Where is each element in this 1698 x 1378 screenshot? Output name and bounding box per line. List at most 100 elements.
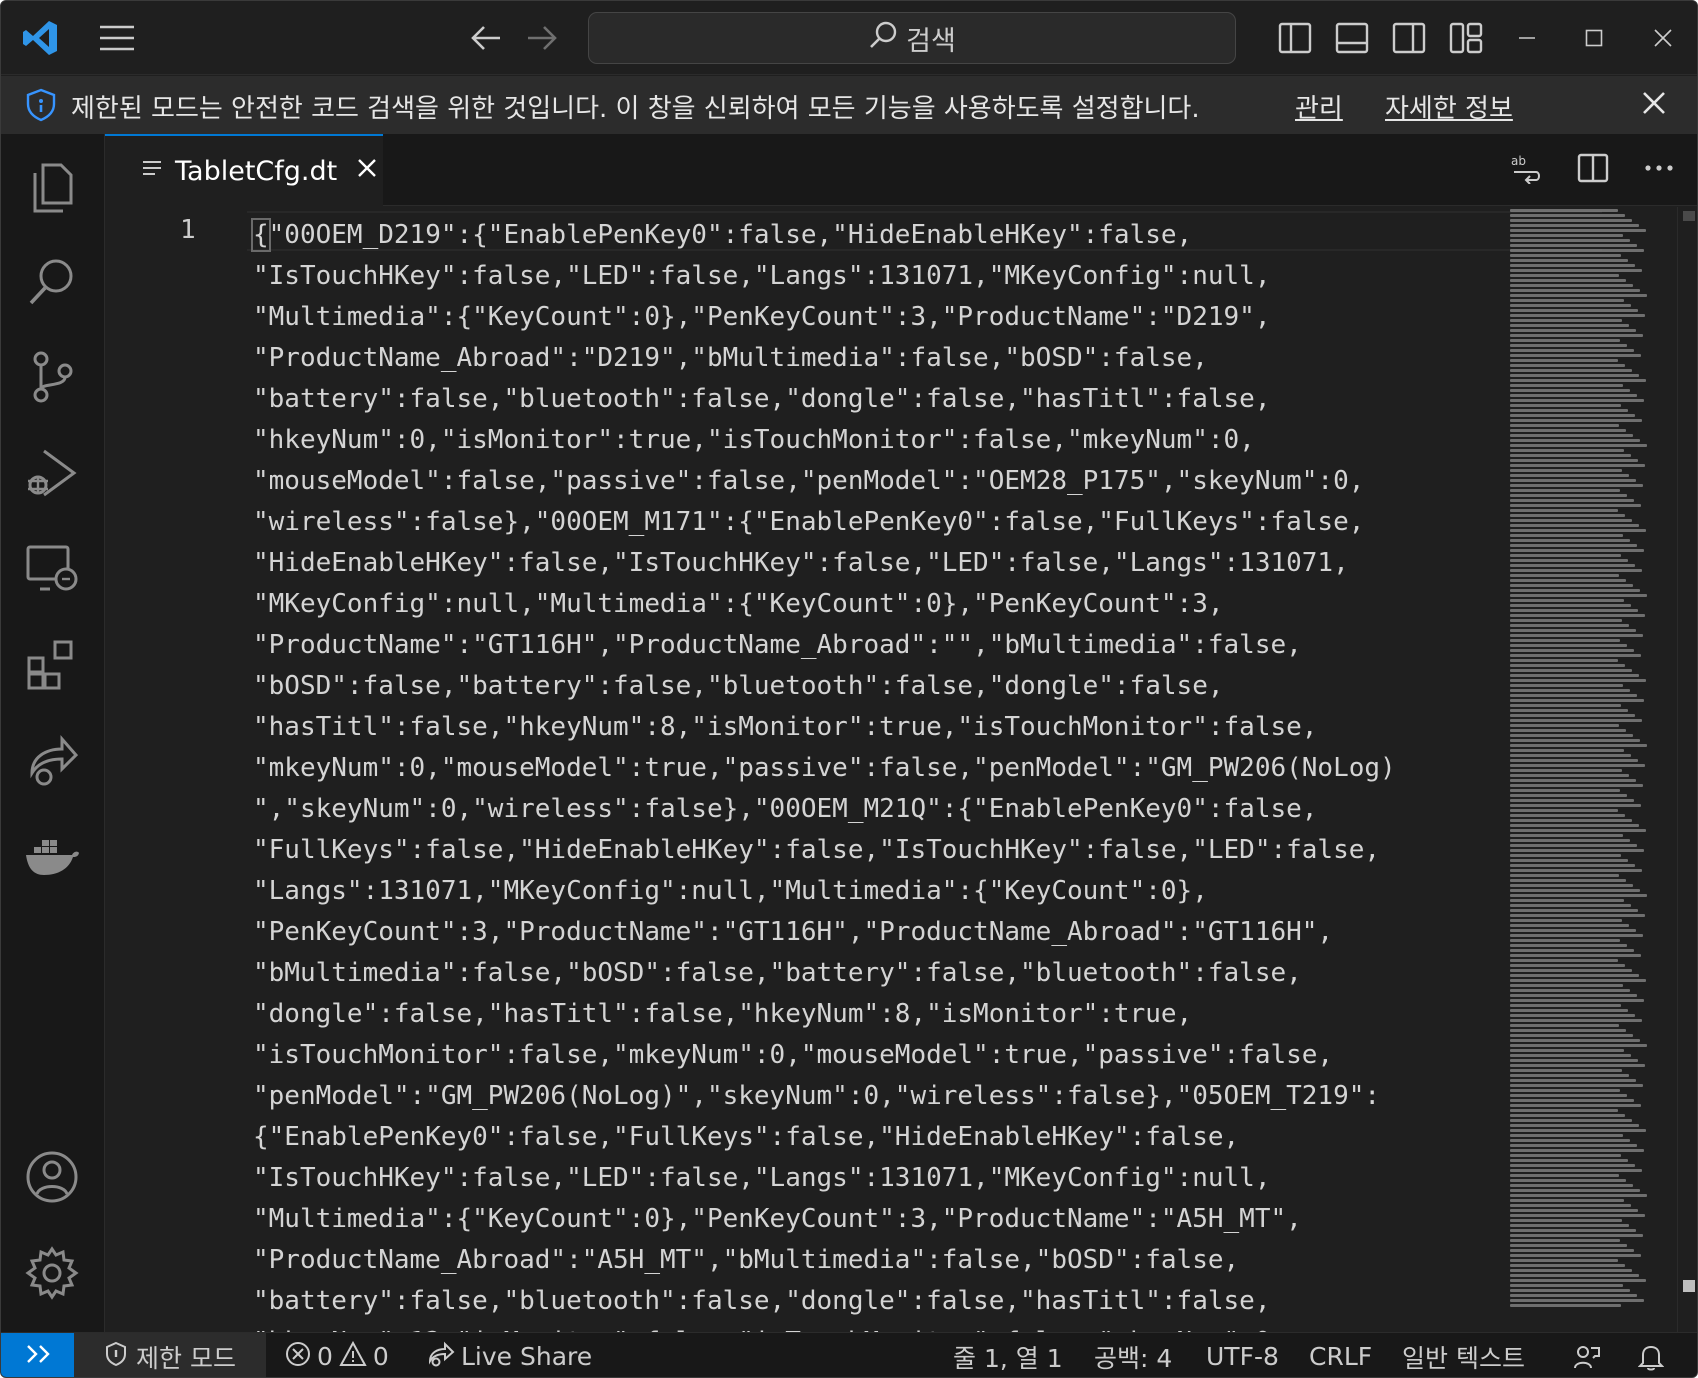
code-line[interactable]: "IsTouchHKey":false,"LED":false,"Langs":… bbox=[253, 1158, 1613, 1199]
maximize-icon[interactable] bbox=[1573, 15, 1615, 61]
explorer-icon[interactable] bbox=[21, 154, 83, 216]
docker-icon[interactable] bbox=[21, 826, 83, 888]
tab-tabletcfg[interactable]: TabletCfg.dt bbox=[105, 134, 383, 206]
code-line[interactable]: {"EnablePenKey0":false,"FullKeys":false,… bbox=[253, 1117, 1613, 1158]
code-line[interactable]: ","skeyNum":0,"wireless":false},"00OEM_M… bbox=[253, 789, 1613, 830]
code-line[interactable]: "dongle":false,"hasTitl":false,"hkeyNum"… bbox=[253, 994, 1613, 1035]
code-line[interactable]: "hasTitl":false,"hkeyNum":8,"isMonitor":… bbox=[253, 707, 1613, 748]
minimap-line bbox=[1510, 1039, 1640, 1042]
minimap-line bbox=[1510, 419, 1642, 422]
minimap-line bbox=[1510, 729, 1626, 732]
toggle-primary-sidebar-icon[interactable] bbox=[1274, 15, 1316, 61]
code-line[interactable]: "IsTouchHKey":false,"LED":false,"Langs":… bbox=[253, 256, 1613, 297]
minimap-line bbox=[1510, 539, 1630, 542]
minimap-line bbox=[1510, 634, 1643, 637]
minimap-line bbox=[1510, 669, 1632, 672]
restricted-mode-indicator[interactable]: 제한 모드 bbox=[74, 1333, 266, 1377]
minimap-line bbox=[1510, 599, 1624, 602]
remote-indicator[interactable] bbox=[1, 1333, 74, 1377]
code-line[interactable]: "Multimedia":{"KeyCount":0},"PenKeyCount… bbox=[253, 297, 1613, 338]
minimap-line bbox=[1510, 529, 1646, 532]
code-line[interactable]: "PenKeyCount":3,"ProductName":"GT116H","… bbox=[253, 912, 1613, 953]
accounts-icon[interactable] bbox=[21, 1146, 83, 1208]
minimap[interactable] bbox=[1508, 207, 1668, 1332]
run-debug-icon[interactable] bbox=[21, 442, 83, 504]
split-editor-icon[interactable] bbox=[1573, 148, 1613, 188]
minimap-line bbox=[1510, 1174, 1619, 1177]
minimap-line bbox=[1510, 1119, 1632, 1122]
toggle-secondary-sidebar-icon[interactable] bbox=[1388, 15, 1430, 61]
customize-layout-icon[interactable] bbox=[1445, 15, 1487, 61]
code-line[interactable]: "mouseModel":false,"passive":false,"penM… bbox=[253, 461, 1613, 502]
minimap-line bbox=[1510, 284, 1633, 287]
minimap-line bbox=[1510, 1044, 1647, 1047]
minimap-line bbox=[1510, 754, 1631, 757]
minimap-line bbox=[1510, 804, 1641, 807]
notifications-bell-icon[interactable] bbox=[1638, 1333, 1664, 1377]
forward-arrow-icon[interactable] bbox=[519, 16, 565, 60]
vscode-logo-icon bbox=[15, 13, 65, 63]
code-content[interactable]: {"00OEM_D219":{"EnablePenKey0":false,"Hi… bbox=[251, 215, 1613, 1332]
code-line[interactable]: "Multimedia":{"KeyCount":0},"PenKeyCount… bbox=[253, 1199, 1613, 1240]
more-actions-icon[interactable] bbox=[1639, 148, 1679, 188]
code-line[interactable]: "penModel":"GM_PW206(NoLog)","skeyNum":0… bbox=[253, 1076, 1613, 1117]
code-line[interactable]: "HideEnableHKey":false,"IsTouchHKey":fal… bbox=[253, 543, 1613, 584]
eol-setting[interactable]: CRLF bbox=[1309, 1333, 1372, 1377]
code-line[interactable]: "battery":false,"bluetooth":false,"dongl… bbox=[253, 379, 1613, 420]
vertical-scrollbar[interactable] bbox=[1677, 207, 1697, 1332]
remote-explorer-icon[interactable] bbox=[21, 538, 83, 600]
language-mode[interactable]: 일반 텍스트 bbox=[1402, 1333, 1525, 1377]
code-line[interactable]: "ProductName_Abroad":"A5H_MT","bMultimed… bbox=[253, 1240, 1613, 1281]
minimap-line bbox=[1510, 684, 1623, 687]
code-line[interactable]: "wireless":false},"00OEM_M171":{"EnableP… bbox=[253, 502, 1613, 543]
tab-close-icon[interactable] bbox=[355, 156, 379, 187]
learn-more-link[interactable]: 자세한 정보 bbox=[1385, 88, 1513, 125]
word-wrap-icon[interactable]: ab bbox=[1507, 148, 1547, 188]
live-share-icon[interactable] bbox=[21, 730, 83, 792]
code-line[interactable]: {"00OEM_D219":{"EnablePenKey0":false,"Hi… bbox=[251, 215, 1613, 256]
code-line[interactable]: "FullKeys":false,"HideEnableHKey":false,… bbox=[253, 830, 1613, 871]
minimap-line bbox=[1510, 1279, 1646, 1282]
minimap-line bbox=[1510, 1274, 1639, 1277]
code-line[interactable]: "mkeyNum":0,"mouseModel":true,"passive":… bbox=[253, 748, 1613, 789]
code-editor[interactable]: 1 {"00OEM_D219":{"EnablePenKey0":false,"… bbox=[105, 207, 1697, 1332]
minimap-line bbox=[1510, 739, 1640, 742]
banner-close-icon[interactable] bbox=[1639, 88, 1669, 125]
code-line[interactable]: "Langs":131071,"MKeyConfig":null,"Multim… bbox=[253, 871, 1613, 912]
back-arrow-icon[interactable] bbox=[463, 16, 509, 60]
command-center-search[interactable]: 검색 bbox=[588, 12, 1236, 64]
code-line[interactable]: "battery":false,"bluetooth":false,"dongl… bbox=[253, 1281, 1613, 1322]
code-line[interactable]: "ProductName_Abroad":"D219","bMultimedia… bbox=[253, 338, 1613, 379]
live-share-status[interactable]: Live Share bbox=[427, 1333, 592, 1377]
minimap-line bbox=[1510, 1159, 1628, 1162]
code-line[interactable]: "ProductName":"GT116H","ProductName_Abro… bbox=[253, 625, 1613, 666]
extensions-icon[interactable] bbox=[21, 634, 83, 696]
problems-indicator[interactable]: 0 0 bbox=[285, 1333, 389, 1377]
minimap-line bbox=[1510, 974, 1639, 977]
code-line[interactable]: "hkeyNum":0,"isMonitor":true,"isTouchMon… bbox=[253, 420, 1613, 461]
menu-icon[interactable] bbox=[93, 16, 141, 60]
close-icon[interactable] bbox=[1642, 15, 1684, 61]
encoding-setting[interactable]: UTF-8 bbox=[1206, 1333, 1279, 1377]
code-line[interactable]: "hkeyNum":12,"isMonitor":false,"isTouchM… bbox=[253, 1322, 1613, 1332]
manage-gear-icon[interactable] bbox=[21, 1242, 83, 1304]
minimap-line bbox=[1510, 354, 1641, 357]
editor-actions: ab bbox=[1507, 148, 1679, 188]
code-line[interactable]: "isTouchMonitor":false,"mkeyNum":0,"mous… bbox=[253, 1035, 1613, 1076]
manage-link[interactable]: 관리 bbox=[1295, 88, 1343, 125]
minimap-line bbox=[1510, 259, 1628, 262]
toggle-panel-icon[interactable] bbox=[1331, 15, 1373, 61]
cursor-position[interactable]: 줄 1, 열 1 bbox=[953, 1333, 1063, 1377]
code-line[interactable]: "bOSD":false,"battery":false,"bluetooth"… bbox=[253, 666, 1613, 707]
source-control-icon[interactable] bbox=[21, 346, 83, 408]
warning-icon bbox=[339, 1340, 367, 1373]
search-icon[interactable] bbox=[21, 250, 83, 312]
code-line[interactable]: "bMultimedia":false,"bOSD":false,"batter… bbox=[253, 953, 1613, 994]
indentation-setting[interactable]: 공백: 4 bbox=[1094, 1333, 1172, 1377]
minimap-line bbox=[1510, 889, 1640, 892]
feedback-icon[interactable] bbox=[1573, 1333, 1601, 1377]
code-line[interactable]: "MKeyConfig":null,"Multimedia":{"KeyCoun… bbox=[253, 584, 1613, 625]
minimize-icon[interactable] bbox=[1506, 15, 1548, 61]
minimap-line bbox=[1510, 569, 1642, 572]
minimap-line bbox=[1510, 834, 1623, 837]
